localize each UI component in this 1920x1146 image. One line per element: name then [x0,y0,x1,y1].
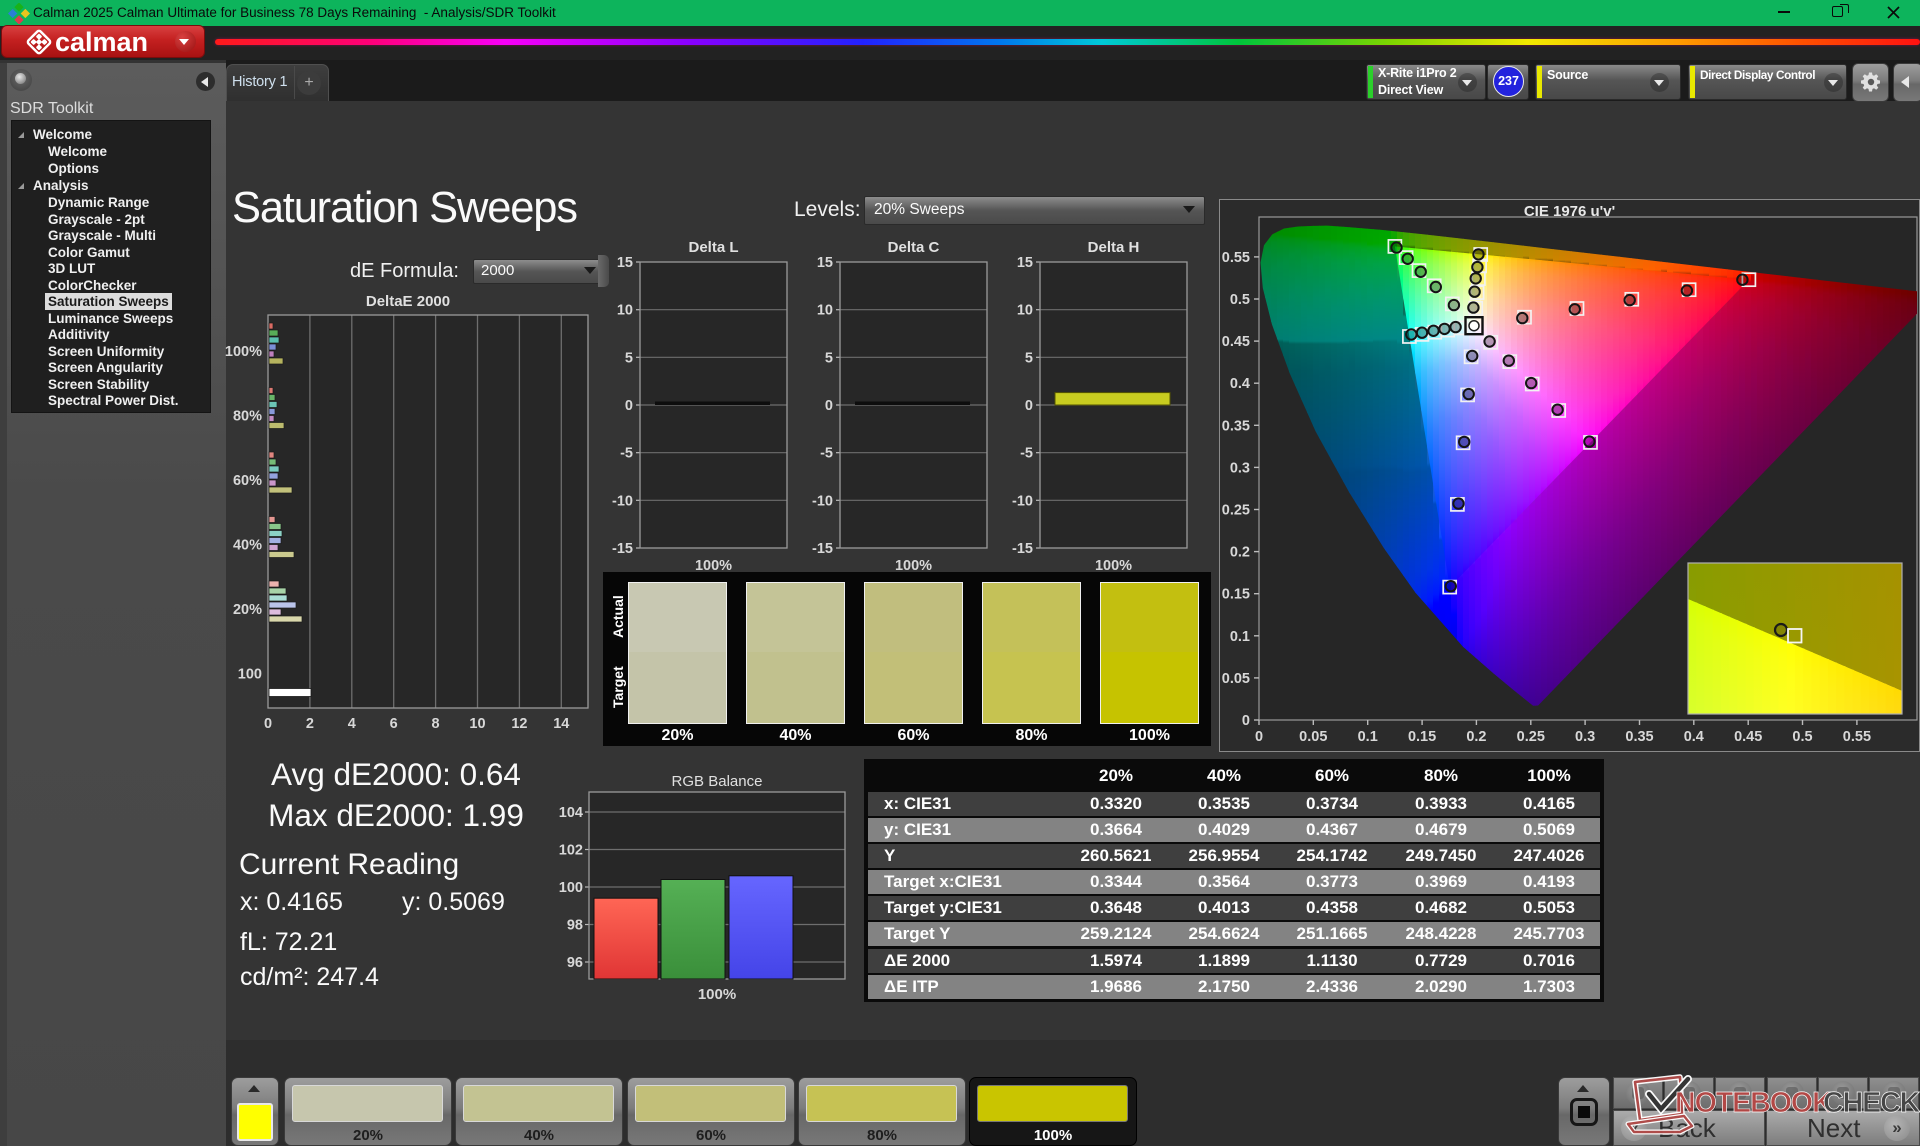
svg-text:100%: 100% [225,344,262,360]
svg-text:0.5: 0.5 [1792,729,1812,745]
svg-text:0: 0 [625,398,633,414]
svg-text:100%: 100% [695,558,732,572]
svg-text:0.05: 0.05 [1299,729,1327,745]
svg-text:-10: -10 [612,493,633,509]
svg-text:15: 15 [1017,255,1033,271]
svg-text:100%: 100% [1095,558,1132,572]
svg-text:96: 96 [567,955,583,971]
svg-text:0.5: 0.5 [1230,292,1250,308]
svg-text:-10: -10 [1012,493,1033,509]
svg-text:0.15: 0.15 [1408,729,1436,745]
svg-text:0.45: 0.45 [1222,334,1250,350]
svg-text:100%: 100% [895,558,932,572]
svg-text:0: 0 [825,398,833,414]
svg-text:0.3: 0.3 [1575,729,1595,745]
svg-text:98: 98 [567,918,583,934]
svg-text:100: 100 [238,667,262,683]
svg-text:80%: 80% [233,409,262,425]
svg-text:0.1: 0.1 [1230,629,1250,645]
svg-text:0.2: 0.2 [1230,545,1250,561]
svg-text:100: 100 [559,880,583,896]
svg-text:0.55: 0.55 [1843,729,1871,745]
svg-text:10: 10 [1017,303,1033,319]
svg-text:0.4: 0.4 [1230,376,1250,392]
svg-text:NOTEBOOK: NOTEBOOK [1675,1087,1833,1119]
svg-text:0.05: 0.05 [1222,671,1250,687]
svg-text:0: 0 [1242,713,1250,729]
svg-text:-10: -10 [812,493,833,509]
svg-text:Delta H: Delta H [1088,239,1140,256]
svg-text:RGB Balance: RGB Balance [672,773,763,790]
svg-text:CHECK: CHECK [1823,1087,1920,1119]
svg-text:15: 15 [617,255,633,271]
svg-text:10: 10 [617,303,633,319]
svg-text:0: 0 [264,716,272,732]
svg-text:0.45: 0.45 [1734,729,1762,745]
svg-text:10: 10 [469,716,485,732]
svg-text:0.25: 0.25 [1517,729,1545,745]
svg-text:Delta C: Delta C [888,239,940,256]
svg-text:-15: -15 [612,541,633,557]
svg-text:0.4: 0.4 [1684,729,1704,745]
svg-text:DeltaE 2000: DeltaE 2000 [366,293,450,310]
svg-text:10: 10 [817,303,833,319]
svg-text:40%: 40% [233,538,262,554]
svg-text:0.55: 0.55 [1222,250,1250,266]
svg-text:-15: -15 [812,541,833,557]
svg-text:0.3: 0.3 [1230,460,1250,476]
svg-text:0.1: 0.1 [1358,729,1378,745]
svg-text:0: 0 [1255,729,1263,745]
svg-text:15: 15 [817,255,833,271]
svg-text:2: 2 [306,716,314,732]
svg-text:Delta L: Delta L [688,239,738,256]
svg-text:0: 0 [1025,398,1033,414]
svg-text:100%: 100% [698,986,736,1000]
svg-text:0.35: 0.35 [1625,729,1653,745]
svg-text:0.25: 0.25 [1222,503,1250,519]
svg-text:-15: -15 [1012,541,1033,557]
svg-text:5: 5 [625,350,633,366]
svg-text:4: 4 [348,716,356,732]
svg-text:0.2: 0.2 [1466,729,1486,745]
svg-text:5: 5 [1025,350,1033,366]
svg-text:0.35: 0.35 [1222,418,1250,434]
svg-text:14: 14 [553,716,569,732]
svg-text:-5: -5 [820,446,833,462]
svg-text:6: 6 [390,716,398,732]
svg-text:5: 5 [825,350,833,366]
svg-text:0.15: 0.15 [1222,587,1250,603]
svg-text:8: 8 [432,716,440,732]
svg-text:60%: 60% [233,473,262,489]
svg-text:12: 12 [511,716,527,732]
svg-text:-5: -5 [1020,446,1033,462]
svg-text:20%: 20% [233,602,262,618]
svg-text:-5: -5 [620,446,633,462]
svg-text:104: 104 [559,805,583,821]
svg-text:102: 102 [559,843,583,859]
